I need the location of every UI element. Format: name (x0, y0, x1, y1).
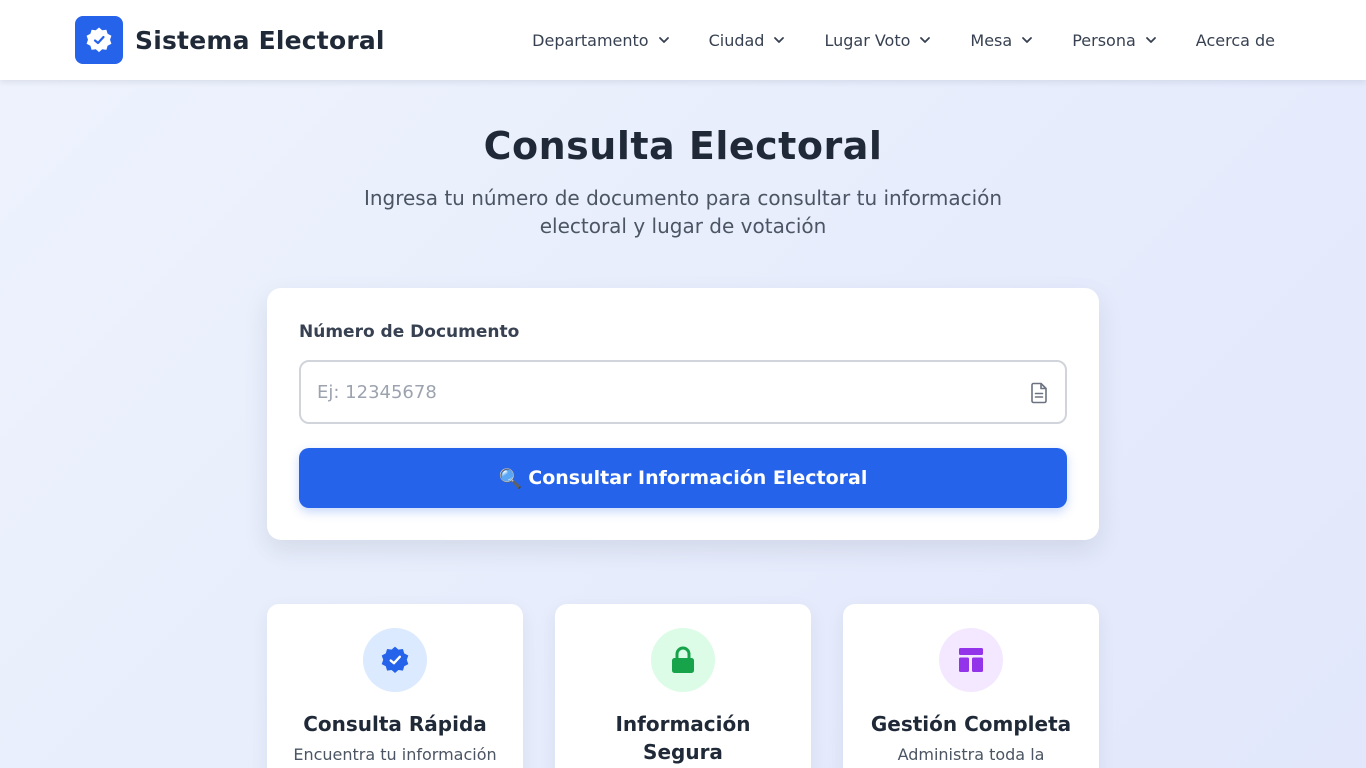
nav-label: Lugar Voto (824, 30, 911, 50)
document-input-wrapper (299, 360, 1067, 424)
nav-mesa[interactable]: Mesa (970, 31, 1033, 50)
consult-button-label: Consultar Información Electoral (528, 467, 868, 489)
document-field-label: Número de Documento (299, 322, 520, 342)
page-title: Consulta Electoral (483, 124, 883, 168)
chevron-down-icon (773, 36, 785, 44)
nav-label: Departamento (532, 30, 649, 50)
top-navbar: Sistema Electoral Departamento Ciudad Lu… (0, 0, 1366, 80)
feature-title: Gestión Completa (870, 712, 1072, 736)
feature-title: Información Segura (615, 712, 751, 764)
search-card: Número de Documento 🔍 Consultar Informac… (267, 288, 1099, 540)
nav-departamento[interactable]: Departamento (532, 31, 669, 50)
nav-acerca-de[interactable]: Acerca de (1196, 31, 1275, 50)
brand[interactable]: Sistema Electoral (75, 16, 385, 64)
lock-icon (651, 628, 715, 692)
feature-card-gestion-completa: Gestión Completa Administra toda la (843, 604, 1099, 768)
main-nav: Departamento Ciudad Lugar Voto Mesa Pers… (532, 0, 1275, 80)
brand-title: Sistema Electoral (135, 25, 385, 55)
layout-icon (939, 628, 1003, 692)
check-badge-icon (75, 16, 123, 64)
feature-card-informacion-segura: Información Segura (555, 604, 811, 768)
check-badge-icon (363, 628, 427, 692)
feature-description: Encuentra tu información (293, 745, 497, 764)
nav-ciudad[interactable]: Ciudad (709, 31, 786, 50)
document-number-input[interactable] (301, 362, 1065, 422)
nav-label: Persona (1072, 30, 1136, 50)
nav-label: Mesa (970, 30, 1013, 50)
nav-persona[interactable]: Persona (1072, 31, 1157, 50)
chevron-down-icon (1021, 36, 1033, 44)
chevron-down-icon (1145, 36, 1157, 44)
nav-label: Acerca de (1195, 30, 1275, 50)
nav-label: Ciudad (708, 30, 765, 50)
search-icon: 🔍 (498, 467, 523, 490)
nav-lugar-voto[interactable]: Lugar Voto (824, 31, 931, 50)
document-icon (1029, 382, 1049, 404)
page-subtitle: Ingresa tu número de documento para cons… (363, 186, 1003, 238)
chevron-down-icon (658, 36, 670, 44)
feature-title: Consulta Rápida (303, 712, 487, 736)
feature-description: Administra toda la (897, 745, 1045, 764)
consult-button[interactable]: 🔍 Consultar Información Electoral (299, 448, 1067, 508)
feature-card-consulta-rapida: Consulta Rápida Encuentra tu información (267, 604, 523, 768)
chevron-down-icon (919, 36, 931, 44)
